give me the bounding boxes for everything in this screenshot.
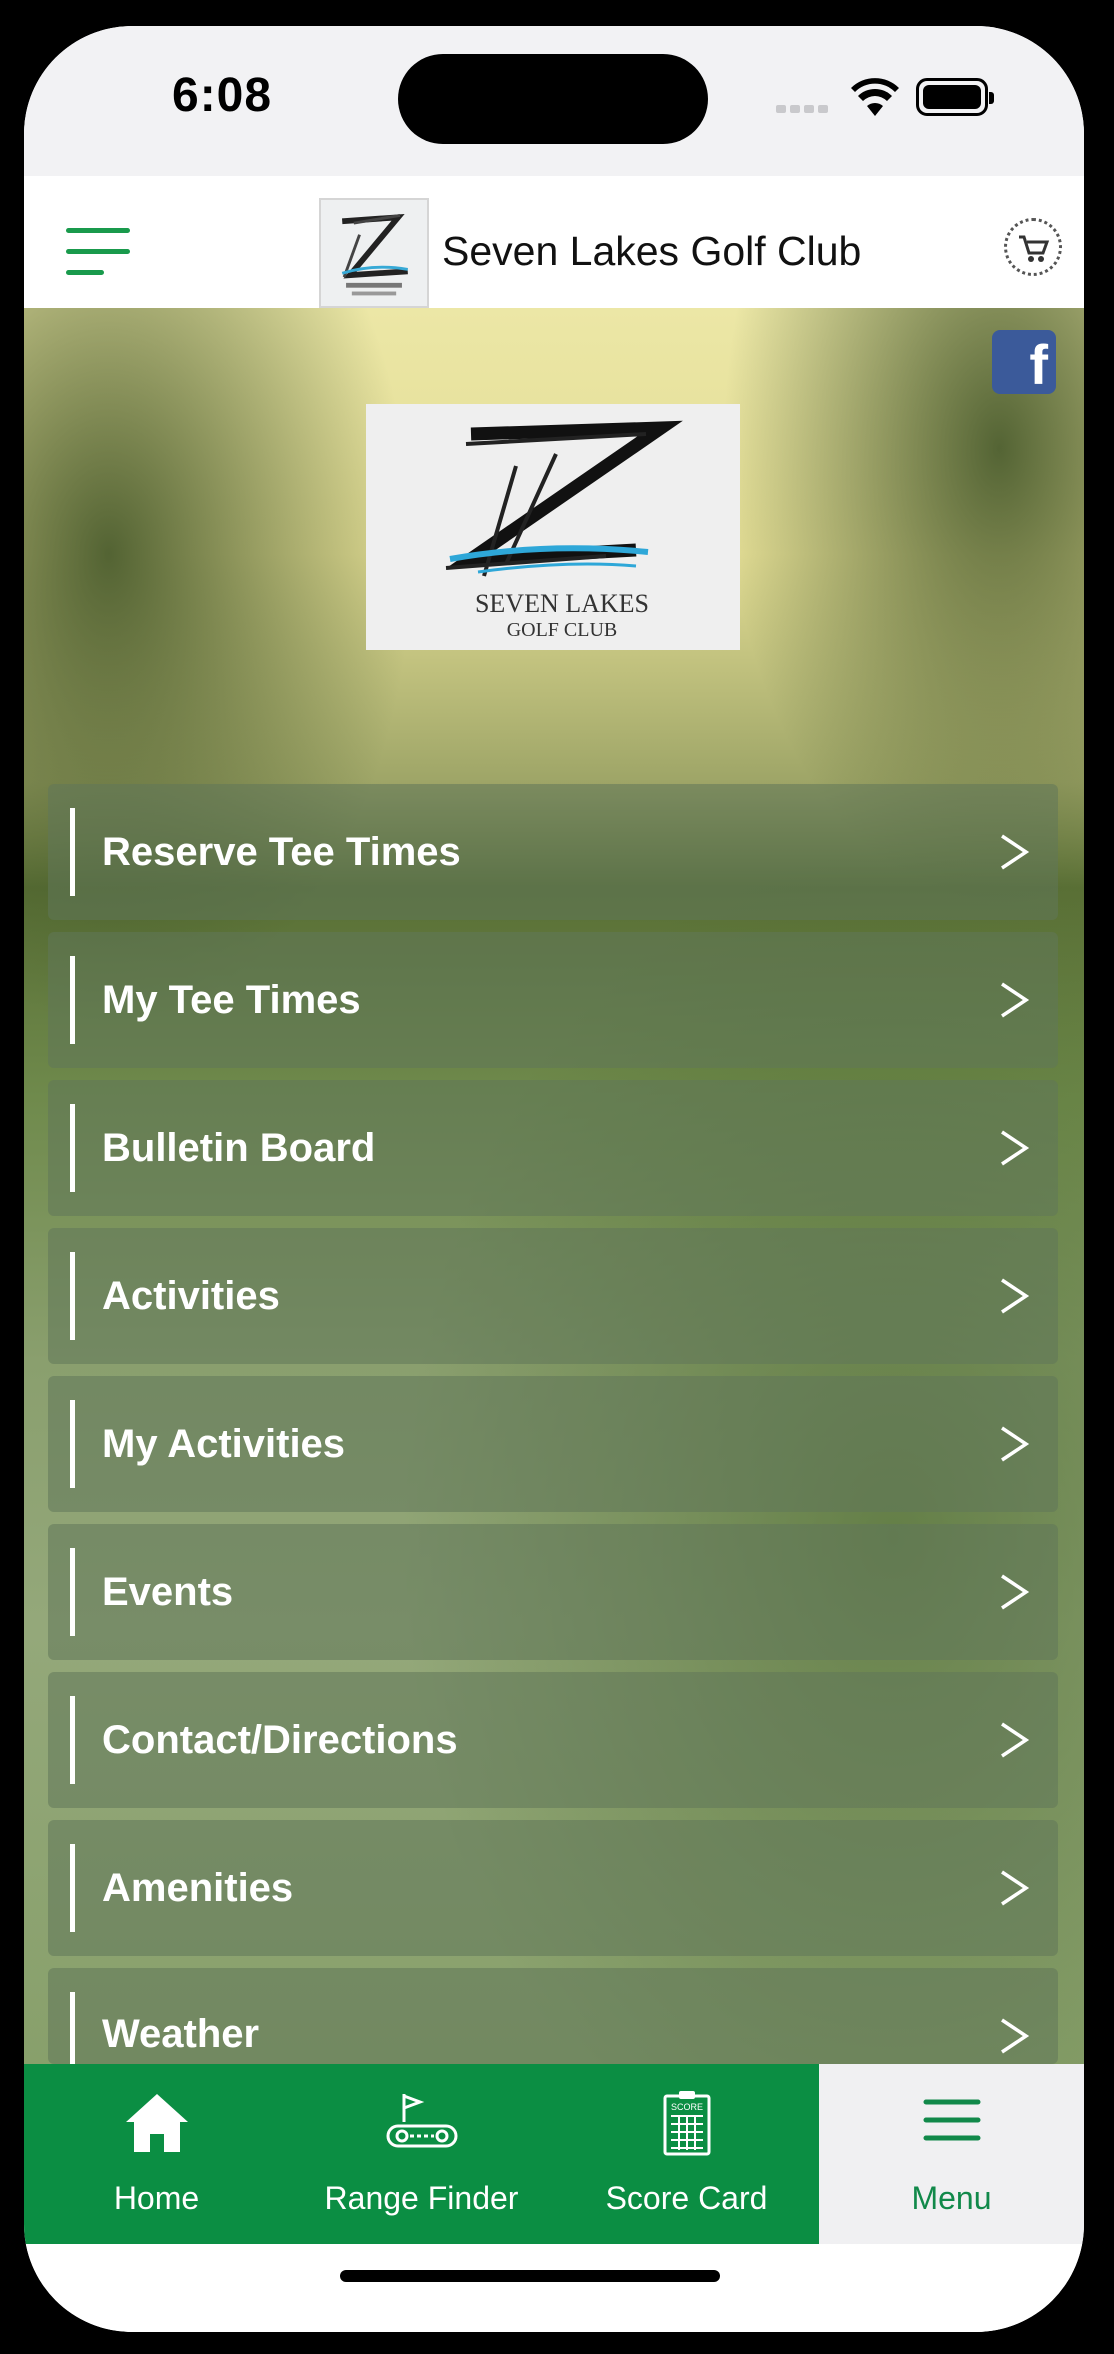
menu-item-my-tee-times[interactable]: My Tee Times	[48, 932, 1058, 1068]
scorecard-icon-text: SCORE	[670, 2102, 702, 2112]
menu-item-label: Contact/Directions	[102, 1718, 458, 1762]
chevron-right-icon	[1001, 1574, 1030, 1610]
tab-label: Menu	[911, 2180, 992, 2216]
chevron-right-icon	[1001, 1278, 1030, 1314]
club-logo-large: SEVEN LAKES GOLF CLUB	[366, 404, 740, 650]
phone-screen: 6:08 Seven Lakes Golf Club f SEVEN LAKES…	[24, 26, 1084, 2332]
menu-item-label: Events	[102, 1570, 234, 1614]
tab-label: Home	[113, 2180, 200, 2216]
tab-home[interactable]: Home	[24, 2064, 289, 2244]
club-logo-small	[319, 198, 429, 308]
chevron-right-icon	[1001, 1870, 1030, 1906]
facebook-icon[interactable]: f	[992, 330, 1056, 396]
chevron-right-icon	[1001, 1722, 1030, 1758]
bottom-tab-bar: Home Range Finder SCORE Score Card Menu	[24, 2064, 1084, 2244]
menu-item-reserve-tee-times[interactable]: Reserve Tee Times	[48, 784, 1058, 920]
wifi-icon	[851, 78, 899, 116]
tab-label: Score Card	[605, 2180, 768, 2216]
header-title: Seven Lakes Golf Club	[442, 228, 862, 274]
chevron-right-icon	[1001, 834, 1030, 870]
home-indicator-area	[24, 2244, 1084, 2332]
brand-line1: SEVEN LAKES	[475, 589, 649, 618]
menu-icon	[923, 2099, 980, 2141]
menu-item-label: My Tee Times	[102, 978, 361, 1022]
chevron-right-icon	[1001, 1130, 1030, 1166]
menu-item-label: My Activities	[102, 1422, 346, 1466]
home-icon	[125, 2094, 188, 2152]
menu-item-bulletin-board[interactable]: Bulletin Board	[48, 1080, 1058, 1216]
chevron-right-icon	[1001, 982, 1030, 1018]
battery-icon	[916, 78, 994, 116]
chevron-right-icon	[1001, 2018, 1030, 2054]
status-time: 6:08	[172, 69, 273, 122]
status-bar: 6:08	[24, 26, 1084, 176]
cellular-signal-icon	[776, 100, 832, 118]
tab-score-card[interactable]: SCORE Score Card	[554, 2064, 819, 2244]
tab-label: Range Finder	[324, 2180, 519, 2216]
brand-line2: GOLF CLUB	[507, 619, 618, 641]
dynamic-island	[398, 54, 708, 144]
scorecard-icon: SCORE	[663, 2091, 710, 2156]
tab-menu[interactable]: Menu	[819, 2064, 1084, 2244]
menu-item-events[interactable]: Events	[48, 1524, 1058, 1660]
menu-item-label: Weather	[102, 2012, 260, 2056]
chevron-right-icon	[1001, 1426, 1030, 1462]
hamburger-menu-icon[interactable]	[66, 228, 130, 278]
menu-item-activities[interactable]: Activities	[48, 1228, 1058, 1364]
menu-item-contact-directions[interactable]: Contact/Directions	[48, 1672, 1058, 1808]
menu-item-label: Bulletin Board	[102, 1126, 376, 1170]
tab-range-finder[interactable]: Range Finder	[289, 2064, 554, 2244]
menu-item-amenities[interactable]: Amenities	[48, 1820, 1058, 1956]
main-menu-list: Reserve Tee Times My Tee Times Bulletin …	[48, 784, 1058, 2064]
shopping-cart-icon[interactable]	[1004, 218, 1062, 276]
menu-item-label: Reserve Tee Times	[102, 830, 461, 874]
menu-item-my-activities[interactable]: My Activities	[48, 1376, 1058, 1512]
menu-item-label: Amenities	[102, 1866, 294, 1910]
menu-item-label: Activities	[102, 1274, 280, 1318]
menu-item-weather[interactable]: Weather	[48, 1968, 1058, 2064]
home-indicator[interactable]	[340, 2270, 720, 2282]
app-header: Seven Lakes Golf Club	[24, 176, 1084, 308]
home-content: f SEVEN LAKES GOLF CLUB Reserve Tee Time…	[24, 308, 1084, 2064]
golf-cart-icon	[386, 2094, 457, 2148]
